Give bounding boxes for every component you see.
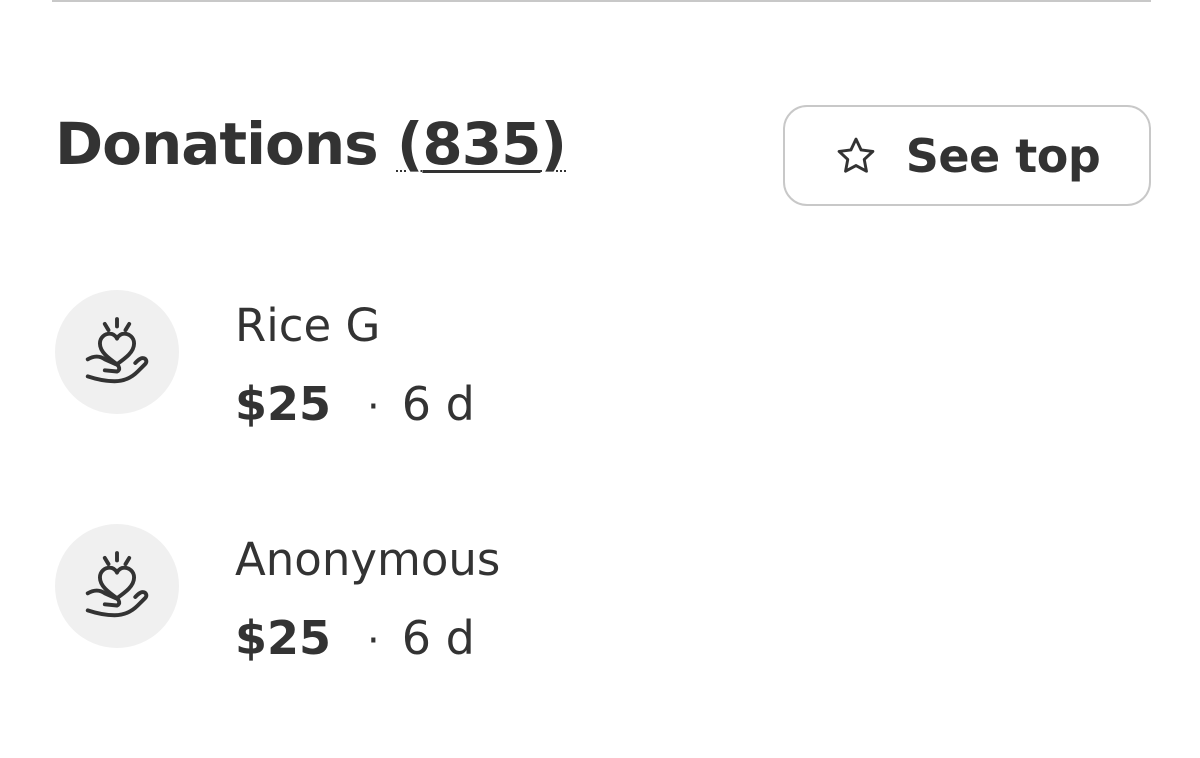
donor-name: Anonymous [235, 533, 501, 586]
donations-title-text: Donations [55, 110, 379, 178]
count-open-paren: ( [396, 110, 423, 178]
star-outline-icon [834, 134, 878, 178]
meta-separator: · [367, 384, 380, 430]
donor-avatar [55, 290, 179, 414]
donation-meta: $25 · 6 d [235, 374, 475, 437]
see-top-label: See top [905, 128, 1101, 183]
donation-item: Anonymous $25 · 6 d [55, 524, 1151, 758]
heart-in-hand-icon [85, 317, 149, 384]
see-top-button[interactable]: See top [783, 105, 1151, 206]
meta-separator: · [367, 618, 380, 664]
count-close-paren: ) [540, 110, 566, 178]
donor-avatar [55, 524, 179, 648]
donations-count-link[interactable]: 835 [422, 110, 541, 178]
donation-amount: $25 [235, 611, 332, 665]
donation-time: 6 d [401, 611, 475, 665]
donation-meta: $25 · 6 d [235, 608, 475, 671]
donation-item: Rice G $25 · 6 d [55, 290, 1151, 524]
donations-title: Donations (835) [55, 104, 567, 210]
donor-name: Rice G [235, 299, 381, 352]
donation-list: Rice G $25 · 6 d Anonymous $25 · 6 d [55, 290, 1151, 758]
top-divider [52, 0, 1151, 2]
heart-in-hand-icon [85, 551, 149, 618]
donations-header: Donations (835) See top [55, 104, 1151, 210]
donation-time: 6 d [401, 377, 475, 431]
donation-amount: $25 [235, 377, 332, 431]
